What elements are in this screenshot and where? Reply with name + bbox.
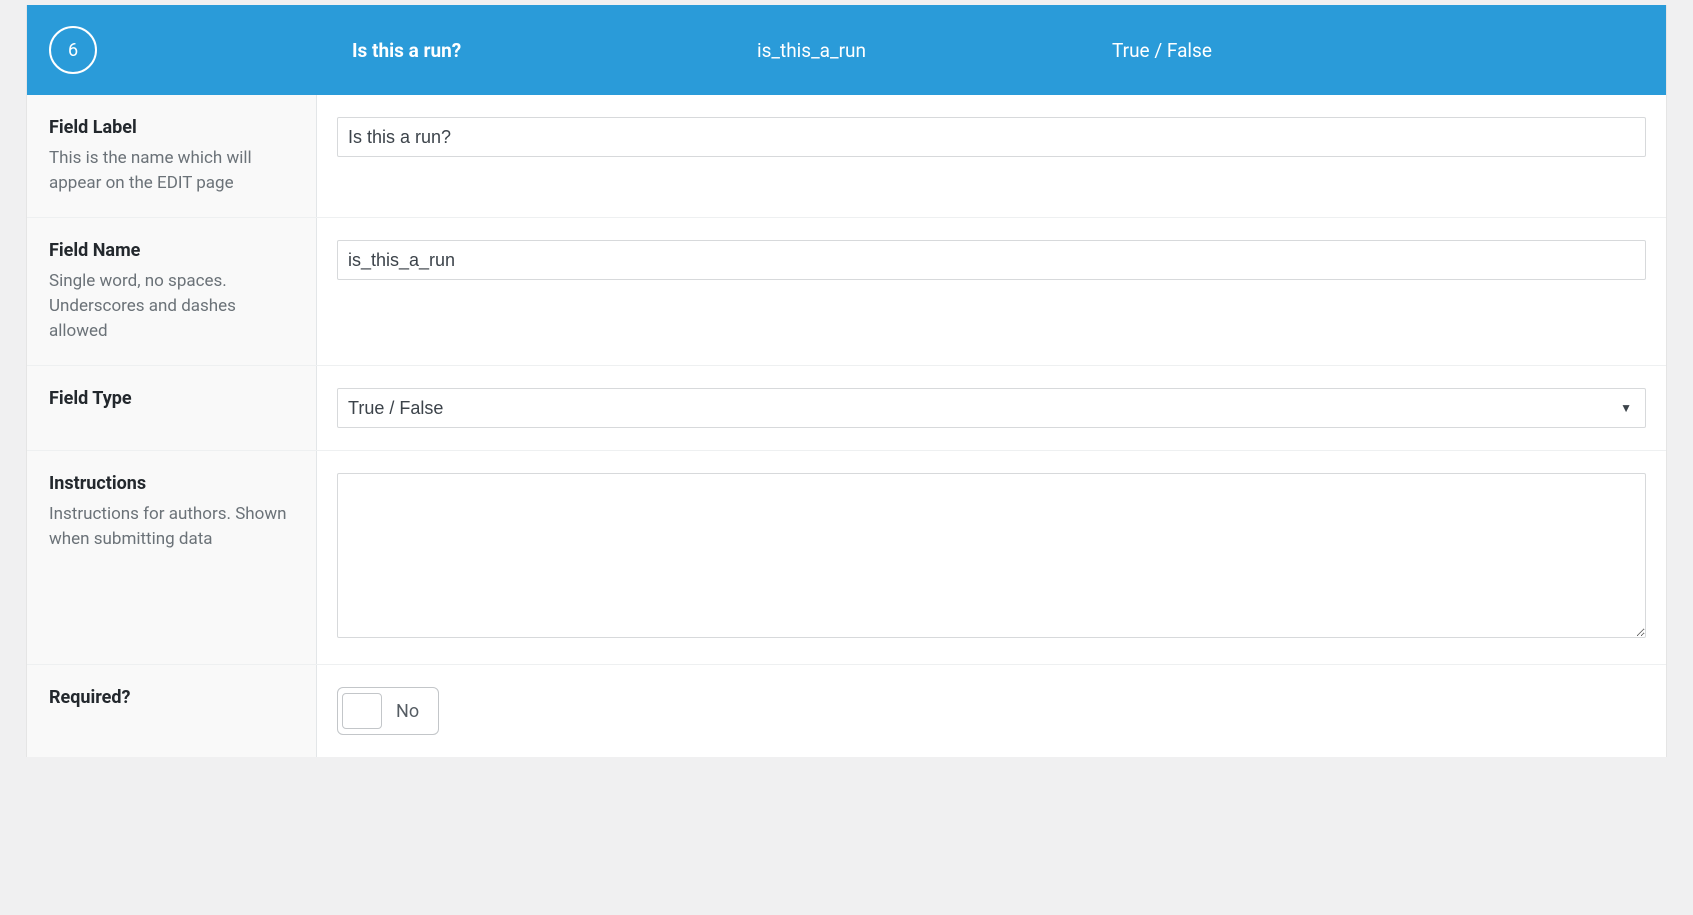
required-title: Required?: [49, 687, 294, 708]
header-field-type: True / False: [1097, 39, 1644, 62]
field-label-desc: This is the name which will appear on th…: [49, 146, 294, 195]
label-col-field-name: Field Name Single word, no spaces. Under…: [27, 218, 317, 365]
row-instructions: Instructions Instructions for authors. S…: [27, 451, 1666, 665]
header-field-label: Is this a run?: [352, 39, 757, 62]
field-type-select[interactable]: True / False: [337, 388, 1646, 428]
label-col-field-type: Field Type: [27, 366, 317, 450]
field-header[interactable]: 6 Is this a run? is_this_a_run True / Fa…: [27, 5, 1666, 95]
row-field-type: Field Type True / False ▼: [27, 366, 1666, 451]
toggle-knob: [342, 693, 382, 729]
label-col-instructions: Instructions Instructions for authors. S…: [27, 451, 317, 664]
instructions-textarea[interactable]: [337, 473, 1646, 638]
input-col-field-label: [317, 95, 1666, 217]
instructions-desc: Instructions for authors. Shown when sub…: [49, 502, 294, 551]
field-order-number: 6: [68, 40, 78, 61]
field-name-desc: Single word, no spaces. Underscores and …: [49, 269, 294, 343]
input-col-field-name: [317, 218, 1666, 365]
field-name-title: Field Name: [49, 240, 294, 261]
required-toggle[interactable]: No: [337, 687, 439, 735]
row-required: Required? No: [27, 665, 1666, 757]
label-col-field-label: Field Label This is the name which will …: [27, 95, 317, 217]
label-col-required: Required?: [27, 665, 317, 757]
instructions-title: Instructions: [49, 473, 294, 494]
header-field-name: is_this_a_run: [757, 39, 1097, 62]
row-field-label: Field Label This is the name which will …: [27, 95, 1666, 218]
row-field-name: Field Name Single word, no spaces. Under…: [27, 218, 1666, 366]
field-type-title: Field Type: [49, 388, 294, 409]
required-toggle-label: No: [396, 701, 434, 722]
field-order-badge[interactable]: 6: [49, 26, 97, 74]
input-col-field-type: True / False ▼: [317, 366, 1666, 450]
field-name-input[interactable]: [337, 240, 1646, 280]
input-col-required: No: [317, 665, 1666, 757]
input-col-instructions: [317, 451, 1666, 664]
field-label-input[interactable]: [337, 117, 1646, 157]
field-label-title: Field Label: [49, 117, 294, 138]
